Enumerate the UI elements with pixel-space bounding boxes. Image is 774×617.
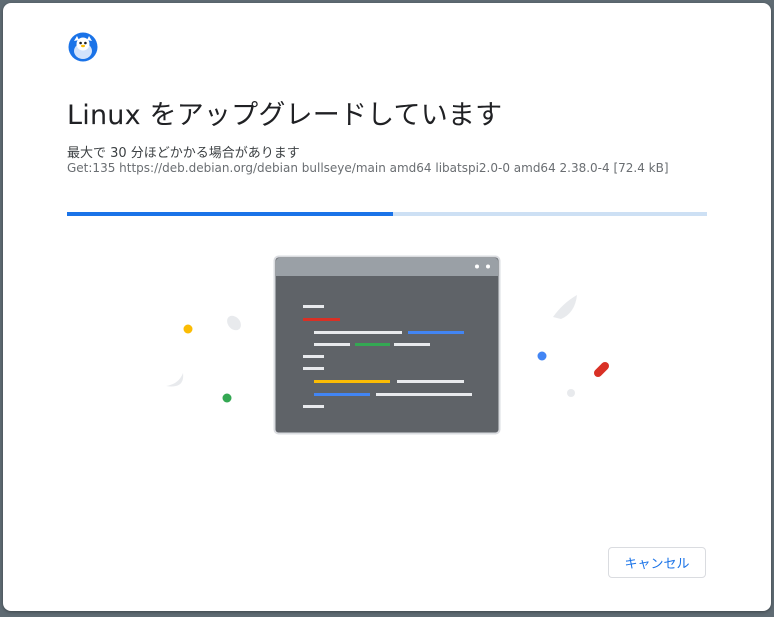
upgrade-progress-bar bbox=[67, 212, 707, 216]
linux-penguin-icon bbox=[68, 32, 98, 62]
time-estimate-text: 最大で 30 分ほどかかる場合があります bbox=[67, 146, 300, 161]
confetti-gray-arc bbox=[553, 295, 577, 319]
cancel-button[interactable]: キャンセル bbox=[608, 547, 706, 578]
upgrade-dialog: Linux をアップグレードしています 最大で 30 分ほどかかる場合があります… bbox=[3, 3, 771, 611]
download-status-text: Get:135 https://deb.debian.org/debian bu… bbox=[67, 161, 669, 175]
terminal-window-graphic bbox=[273, 255, 501, 435]
progress-bar-fill bbox=[67, 212, 394, 216]
confetti-gray-shape bbox=[227, 315, 241, 331]
confetti-blue-dot bbox=[537, 351, 547, 361]
confetti-green-dot bbox=[222, 393, 232, 403]
confetti-gray-dot bbox=[567, 389, 575, 397]
confetti-yellow-dot bbox=[183, 324, 193, 334]
confetti-red-dash bbox=[594, 362, 609, 377]
confetti-gray-wedge bbox=[166, 373, 184, 387]
page-title: Linux をアップグレードしています bbox=[67, 100, 503, 131]
